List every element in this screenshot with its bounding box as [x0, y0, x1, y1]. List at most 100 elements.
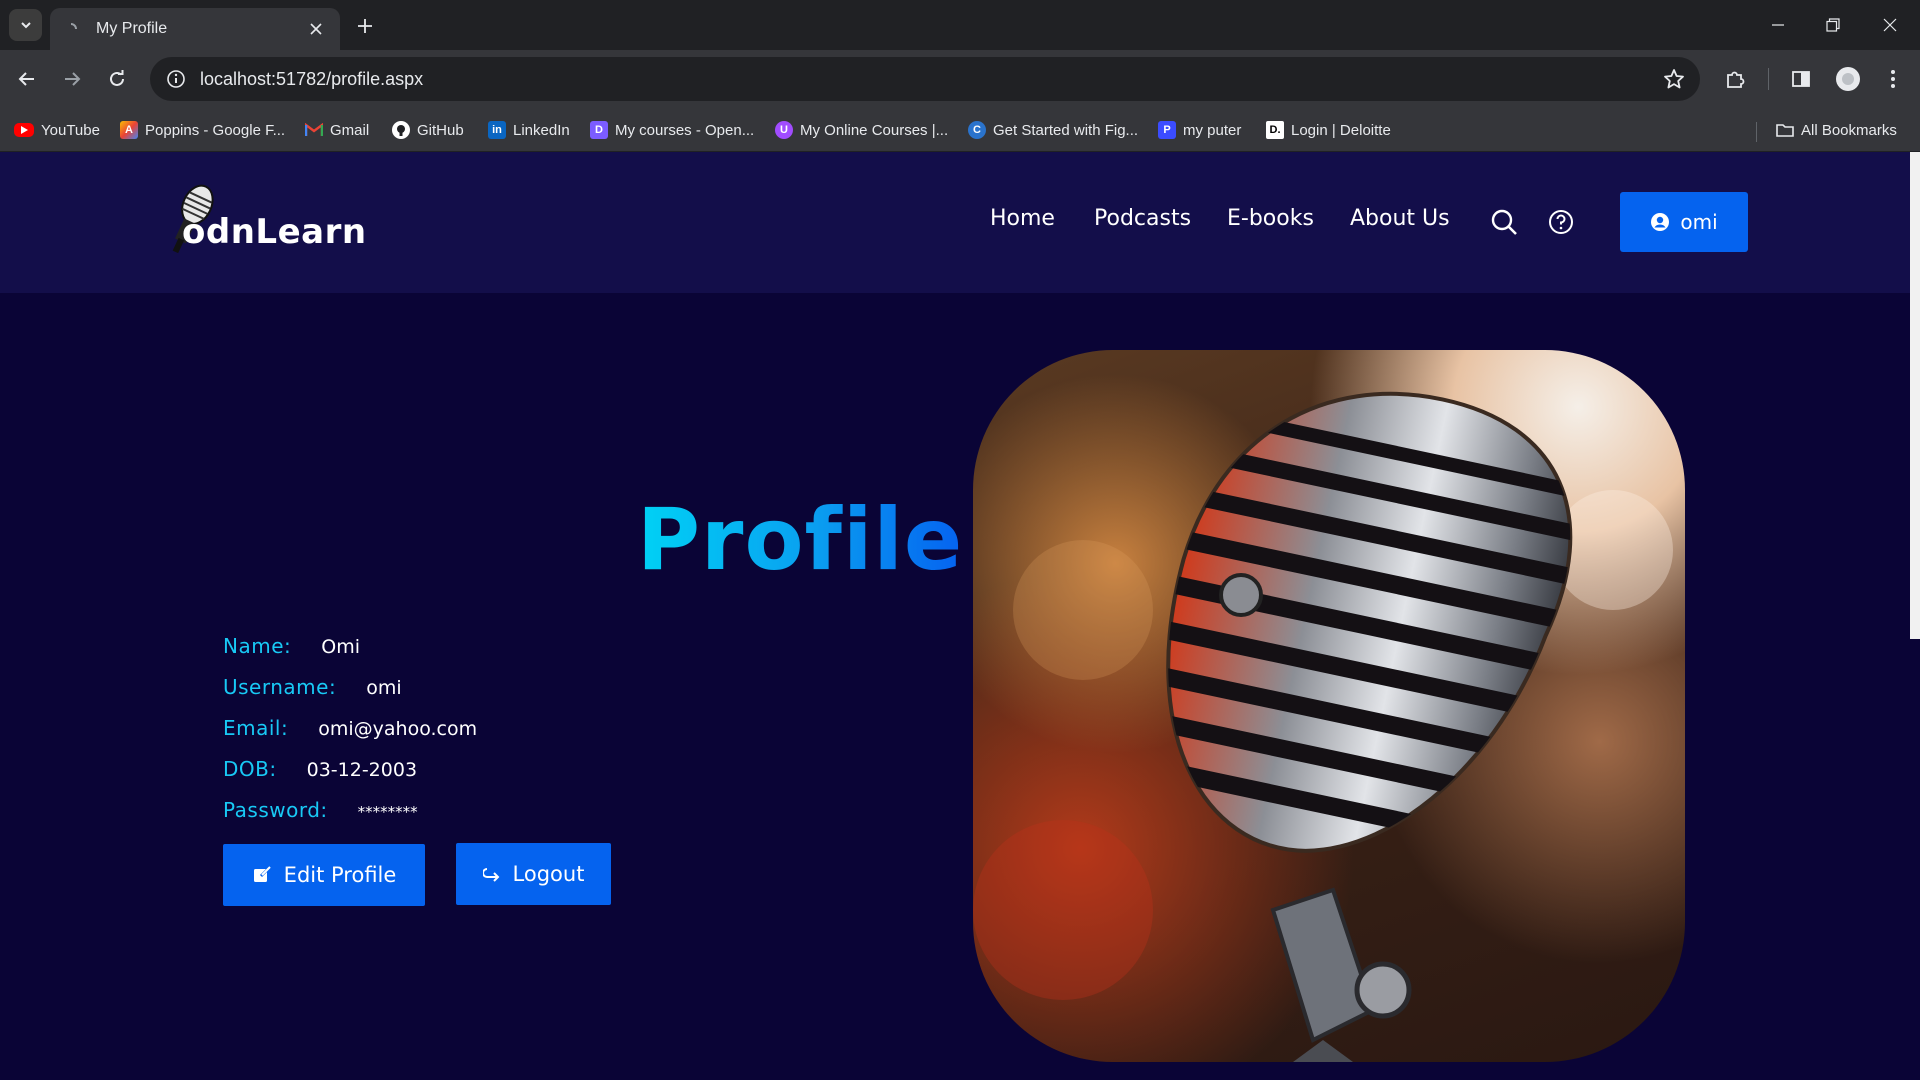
- side-panel-icon: [1792, 71, 1810, 87]
- bookmark-my-courses[interactable]: D My courses - Open...: [590, 118, 754, 142]
- restore-button[interactable]: [1815, 10, 1851, 40]
- bookmark-puter[interactable]: P my puter: [1158, 118, 1241, 142]
- bookmark-label: Gmail: [330, 121, 370, 139]
- bookmark-gmail[interactable]: Gmail: [305, 118, 369, 142]
- bookmark-label: Get Started with Fig...: [993, 121, 1139, 139]
- nav-about-us[interactable]: About Us: [1350, 206, 1450, 231]
- email-value: omi@yahoo.com: [318, 718, 478, 740]
- side-panel-button[interactable]: [1784, 62, 1818, 96]
- help-icon: [1549, 210, 1573, 234]
- bookmark-github[interactable]: GitHub: [392, 118, 464, 142]
- search-icon: [1491, 209, 1517, 235]
- podnlearn-logo[interactable]: odnLearn: [164, 182, 384, 258]
- arrow-left-icon: [18, 72, 34, 86]
- logout-label: Logout: [512, 862, 585, 886]
- toolbar-divider: [1768, 68, 1769, 90]
- microphone-hero-image: [973, 350, 1685, 1062]
- bookmark-figma-course[interactable]: C Get Started with Fig...: [968, 118, 1138, 142]
- bookmarks-bar: YouTube A Poppins - Google F... Gmail Gi…: [0, 108, 1920, 152]
- help-button[interactable]: [1545, 206, 1577, 238]
- new-tab-button[interactable]: [352, 13, 378, 39]
- edit-profile-button[interactable]: Edit Profile: [223, 844, 425, 906]
- profile-button[interactable]: [1831, 62, 1865, 96]
- logout-button[interactable]: Logout: [456, 843, 611, 905]
- nav-home[interactable]: Home: [990, 206, 1055, 231]
- user-name: omi: [1680, 210, 1718, 234]
- bookmarks-divider: [1756, 122, 1757, 142]
- bookmark-deloitte[interactable]: D. Login | Deloitte: [1266, 118, 1391, 142]
- browser-tab[interactable]: My Profile: [50, 8, 340, 50]
- course-icon: D: [590, 121, 608, 139]
- bookmark-label: GitHub: [417, 121, 464, 139]
- all-bookmarks-label: All Bookmarks: [1801, 121, 1897, 139]
- google-fonts-icon: A: [120, 121, 138, 139]
- address-bar[interactable]: localhost:51782/profile.aspx: [150, 57, 1700, 101]
- tab-title: My Profile: [96, 20, 168, 37]
- url-text[interactable]: localhost:51782/profile.aspx: [200, 69, 423, 90]
- minimize-icon: [1772, 24, 1784, 26]
- bookmark-star-icon[interactable]: [1662, 67, 1686, 91]
- more-vertical-icon: [1891, 70, 1895, 88]
- plus-icon: [358, 19, 372, 33]
- site-info-icon[interactable]: [164, 67, 188, 91]
- youtube-icon: [14, 123, 34, 137]
- avatar: [1836, 67, 1860, 91]
- browser-menu-button[interactable]: [1876, 62, 1910, 96]
- chevron-down-icon: [20, 22, 31, 29]
- puter-icon: P: [1158, 121, 1176, 139]
- bookmark-label: my puter: [1183, 121, 1242, 139]
- back-button[interactable]: [10, 62, 44, 96]
- online-courses-icon: U: [775, 121, 793, 139]
- email-label: Email:: [223, 716, 289, 740]
- bookmark-label: LinkedIn: [513, 121, 570, 139]
- microphone-illustration: [973, 391, 1673, 1062]
- restore-icon: [1826, 18, 1840, 32]
- bookmark-linkedin[interactable]: in LinkedIn: [488, 118, 570, 142]
- logout-arrow-icon: [482, 866, 501, 882]
- github-icon: [392, 121, 410, 139]
- folder-icon: [1776, 121, 1794, 139]
- bookmark-label: My Online Courses |...: [800, 121, 949, 139]
- linkedin-icon: in: [488, 121, 506, 139]
- bookmark-label: My courses - Open...: [615, 121, 755, 139]
- logo-text: odnLearn: [182, 212, 367, 252]
- nav-ebooks[interactable]: E-books: [1227, 206, 1314, 231]
- forward-button[interactable]: [55, 62, 89, 96]
- nav-podcasts[interactable]: Podcasts: [1094, 206, 1191, 231]
- name-label: Name:: [223, 634, 292, 658]
- reload-icon: [110, 70, 124, 86]
- browser-toolbar: localhost:51782/profile.aspx: [0, 50, 1920, 108]
- username-value: omi: [366, 677, 402, 699]
- reload-button[interactable]: [100, 62, 134, 96]
- close-icon: [1883, 18, 1897, 32]
- bookmark-label: Login | Deloitte: [1291, 121, 1391, 139]
- browser-tab-bar: My Profile: [0, 0, 1920, 50]
- password-value: ********: [357, 803, 418, 821]
- bookmark-label: YouTube: [41, 121, 100, 139]
- minimize-button[interactable]: [1760, 10, 1796, 40]
- password-label: Password:: [223, 798, 328, 822]
- bookmark-youtube[interactable]: YouTube: [14, 118, 100, 142]
- search-button[interactable]: [1488, 206, 1520, 238]
- user-circle-icon: [1651, 213, 1670, 231]
- site-header: odnLearn Home Podcasts E-books About Us …: [0, 152, 1910, 293]
- page-title: Profile: [637, 490, 964, 590]
- close-icon[interactable]: [306, 19, 326, 39]
- all-bookmarks-button[interactable]: All Bookmarks: [1776, 118, 1897, 142]
- dob-label: DOB:: [223, 757, 277, 781]
- coursera-icon: C: [968, 121, 986, 139]
- profile-field-dob: DOB: 03-12-2003: [223, 757, 417, 781]
- bookmark-poppins[interactable]: A Poppins - Google F...: [120, 118, 285, 142]
- tab-search-button[interactable]: [9, 9, 42, 41]
- arrow-right-icon: [65, 72, 81, 86]
- extensions-button[interactable]: [1718, 62, 1752, 96]
- bookmark-online-courses[interactable]: U My Online Courses |...: [775, 118, 948, 142]
- edit-icon: [252, 865, 272, 885]
- user-account-button[interactable]: omi: [1620, 192, 1748, 252]
- gmail-icon: [305, 121, 323, 139]
- bookmark-label: Poppins - Google F...: [145, 121, 286, 139]
- profile-field-password: Password: ********: [223, 798, 418, 822]
- close-window-button[interactable]: [1872, 10, 1908, 40]
- dob-value: 03-12-2003: [306, 759, 418, 781]
- page-scrollbar-thumb[interactable]: [1910, 152, 1920, 639]
